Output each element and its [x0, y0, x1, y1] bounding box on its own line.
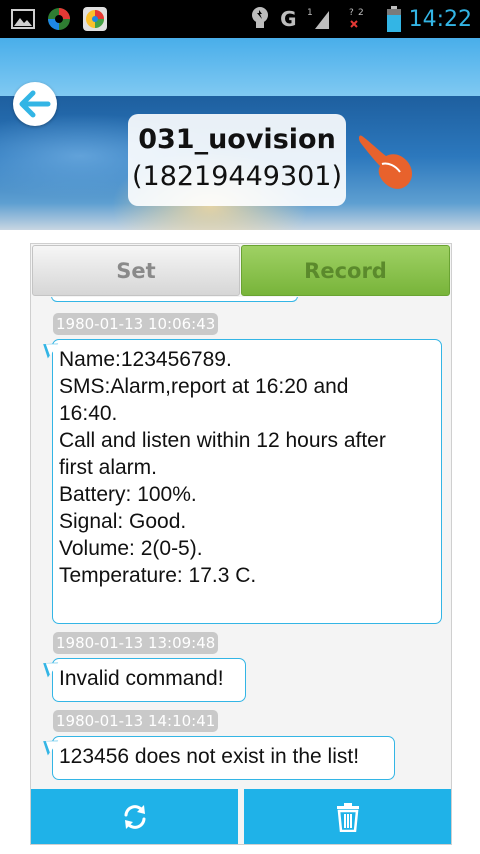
trash-icon [336, 802, 359, 832]
message-line: Battery: 100%. [59, 483, 197, 506]
svg-text:?: ? [349, 8, 354, 18]
tab-record-label: Record [304, 258, 387, 283]
message-line: Name:123456789. [59, 348, 232, 371]
message-line: Signal: Good. [59, 510, 187, 533]
action-bar [31, 789, 451, 844]
previous-message-edge [51, 297, 298, 302]
app-icon [48, 8, 70, 30]
header-bar [0, 38, 480, 96]
battery-icon [386, 6, 401, 32]
message-line: Call and listen within 12 hours after [59, 429, 386, 452]
message-bubble[interactable]: Invalid command! [52, 658, 246, 702]
device-card: 031_uovision (18219449301) [128, 114, 346, 206]
status-bar: G 1 ? 2 14:22 [0, 0, 480, 38]
message-line: Volume: 2(0-5). [59, 537, 203, 560]
message-line: SMS:Alarm,report at 16:20 and [59, 375, 349, 398]
clock: 14:22 [408, 6, 472, 32]
arrow-left-icon [19, 90, 51, 118]
message-line: Invalid command! [59, 667, 224, 690]
network-type: G [280, 7, 297, 31]
message-line: first alarm. [59, 456, 158, 479]
gallery-icon [11, 9, 35, 29]
tab-record[interactable]: Record [241, 245, 450, 296]
content-panel: Set Record 1980-01-13 10:06:43 Name:1234… [30, 243, 452, 845]
message-line: 16:40. [59, 402, 118, 425]
signal-icon: 1 [307, 8, 329, 29]
message-bubble[interactable]: 123456 does not exist in the list! [52, 736, 395, 780]
refresh-icon [124, 804, 145, 829]
bulb-icon [252, 7, 269, 28]
device-phone: (18219449301) [131, 161, 343, 192]
message-line: 123456 does not exist in the list! [59, 745, 360, 768]
delete-button[interactable] [244, 789, 451, 844]
message-list[interactable]: 1980-01-13 10:06:43 Name:123456789. SMS:… [31, 297, 451, 787]
browser-icon [83, 7, 107, 31]
message-line: Temperature: 17.3 C. [59, 564, 257, 587]
pointing-hand-icon [358, 135, 412, 189]
message-timestamp: 1980-01-13 10:06:43 [53, 313, 219, 335]
svg-text:2: 2 [358, 8, 364, 18]
tab-set-label: Set [116, 258, 156, 283]
message-timestamp: 1980-01-13 13:09:48 [53, 632, 219, 654]
tab-set[interactable]: Set [32, 245, 240, 296]
svg-text:1: 1 [307, 8, 313, 18]
device-name: 031_uovision [138, 124, 336, 155]
signal-icon-sim2: ? 2 [349, 8, 364, 28]
back-button[interactable] [13, 82, 57, 126]
message-timestamp: 1980-01-13 14:10:41 [53, 710, 219, 732]
refresh-button[interactable] [31, 789, 238, 844]
message-bubble[interactable]: Name:123456789. SMS:Alarm,report at 16:2… [52, 339, 442, 624]
